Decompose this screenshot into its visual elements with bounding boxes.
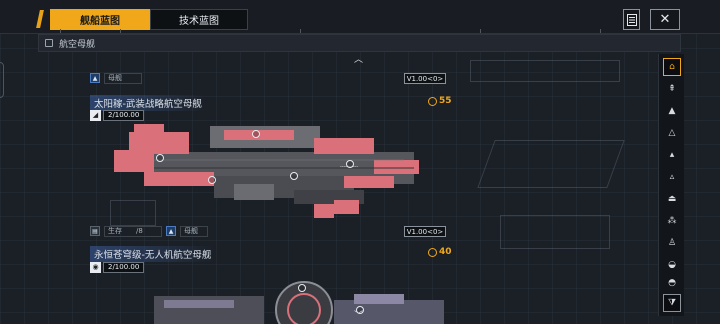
hardpoint-node[interactable]	[252, 130, 260, 138]
category-icon	[45, 39, 53, 47]
ruler-tick	[120, 29, 121, 33]
document-button[interactable]	[623, 9, 640, 30]
tab-ship-blueprint[interactable]: 舰船蓝图	[50, 9, 150, 30]
ship-image[interactable]	[144, 280, 444, 324]
ruler-tick	[600, 29, 601, 33]
drone-carrier-art	[154, 281, 444, 324]
resource-icon	[428, 247, 437, 257]
close-icon: ✕	[659, 12, 671, 27]
resource-icon	[428, 96, 437, 106]
cost-display: 55	[428, 96, 452, 106]
blueprint-icon: ◢	[90, 109, 101, 121]
drone-icon: ◉	[90, 261, 101, 273]
hardpoint-node[interactable]	[298, 284, 306, 292]
hardpoint-node[interactable]	[346, 160, 354, 168]
misc-icon: ◓	[668, 278, 676, 288]
document-icon	[626, 13, 637, 26]
rail-item-frigate[interactable]: ▴	[663, 146, 681, 164]
top-bar: 舰船蓝图 技术蓝图 ✕	[0, 0, 720, 34]
station-icon: ◒	[668, 260, 676, 270]
status-label: 生存 /8	[104, 225, 162, 237]
ship-count: ◉ 2/100.00	[90, 261, 145, 273]
side-drawer-handle[interactable]	[0, 62, 4, 98]
rail-item-fighter[interactable]: ⁂	[663, 212, 681, 230]
ship-list[interactable]: ︿ ▲ 母舰 V1.00<0> 太阳稼-武装战略航空母舰 55 ◢ 2/100.…	[84, 54, 456, 324]
category-label: 航空母舰	[59, 39, 96, 50]
battleship-icon: ⇞	[668, 84, 676, 94]
cost-display: 40	[428, 247, 452, 257]
cost-value: 40	[439, 247, 452, 257]
rail-item-destroyer[interactable]: △	[663, 124, 681, 142]
ship-name[interactable]: 永恒苍穹级-无人机航空母舰	[90, 246, 216, 262]
category-rail: ⌂ ⇞ ▲ △ ▴ ▵ ⏏ ⁂ ♙ ◒ ◓ ⧩	[658, 54, 684, 316]
list-item-footer: ▤ 生存 /8 ▲ 母舰	[90, 225, 208, 237]
rail-item-station[interactable]: ◒	[663, 256, 681, 274]
ruler-tick	[60, 29, 61, 33]
survival-icon: ▤	[90, 226, 100, 236]
fighter-icon: ⁂	[667, 216, 677, 226]
rail-item-cruiser[interactable]: ▲	[663, 102, 681, 120]
type-label: 母舰	[180, 225, 208, 237]
hardpoint-node[interactable]	[208, 176, 216, 184]
carrier-icon: ▲	[166, 226, 176, 236]
tab-tech-blueprint[interactable]: 技术蓝图	[150, 9, 248, 30]
rail-item-battleship[interactable]: ⇞	[663, 80, 681, 98]
cruiser-icon: ▲	[668, 106, 676, 116]
carrier-icon: ⌂	[669, 62, 675, 72]
hardpoint-node[interactable]	[156, 154, 164, 162]
cost-value: 55	[439, 96, 452, 106]
rail-item-misc[interactable]: ◓	[663, 274, 681, 292]
drone-icon: ♙	[667, 238, 677, 248]
hardpoint-node[interactable]	[290, 172, 298, 180]
rail-item-support[interactable]: ⏏	[663, 190, 681, 208]
version-badge[interactable]: V1.00<0>	[404, 226, 446, 237]
carrier-blueprint-art	[114, 124, 419, 218]
corvette-icon: ▵	[669, 172, 675, 182]
chevron-up-icon[interactable]: ︿	[354, 52, 363, 65]
destroyer-icon: △	[668, 128, 676, 138]
count-value: 2/100.00	[103, 109, 145, 121]
type-label: 母舰	[104, 72, 142, 84]
ruler-tick	[480, 29, 481, 33]
rail-item-carrier[interactable]: ⌂	[663, 58, 681, 76]
list-item-footer: ▲ 母舰	[90, 72, 142, 84]
category-bar: 航空母舰	[38, 34, 681, 52]
chevron-down-icon[interactable]: ﹀	[354, 308, 363, 321]
filter-icon: ⧩	[667, 298, 677, 308]
blueprint-line	[470, 60, 620, 82]
close-button[interactable]: ✕	[650, 9, 680, 30]
frigate-icon: ▴	[669, 150, 675, 160]
ruler-tick	[300, 29, 301, 33]
rail-item-drone[interactable]: ♙	[663, 234, 681, 252]
blueprint-line	[477, 140, 625, 188]
ship-image[interactable]: ----------	[114, 120, 424, 224]
tab-bar-marker	[36, 10, 44, 28]
blueprint-line	[500, 215, 610, 249]
version-badge[interactable]: V1.00<0>	[404, 73, 446, 84]
carrier-icon: ▲	[90, 73, 100, 83]
filter-button[interactable]: ⧩	[663, 294, 681, 312]
support-icon: ⏏	[667, 194, 677, 204]
count-value: 2/100.00	[103, 261, 145, 273]
rail-item-corvette[interactable]: ▵	[663, 168, 681, 186]
